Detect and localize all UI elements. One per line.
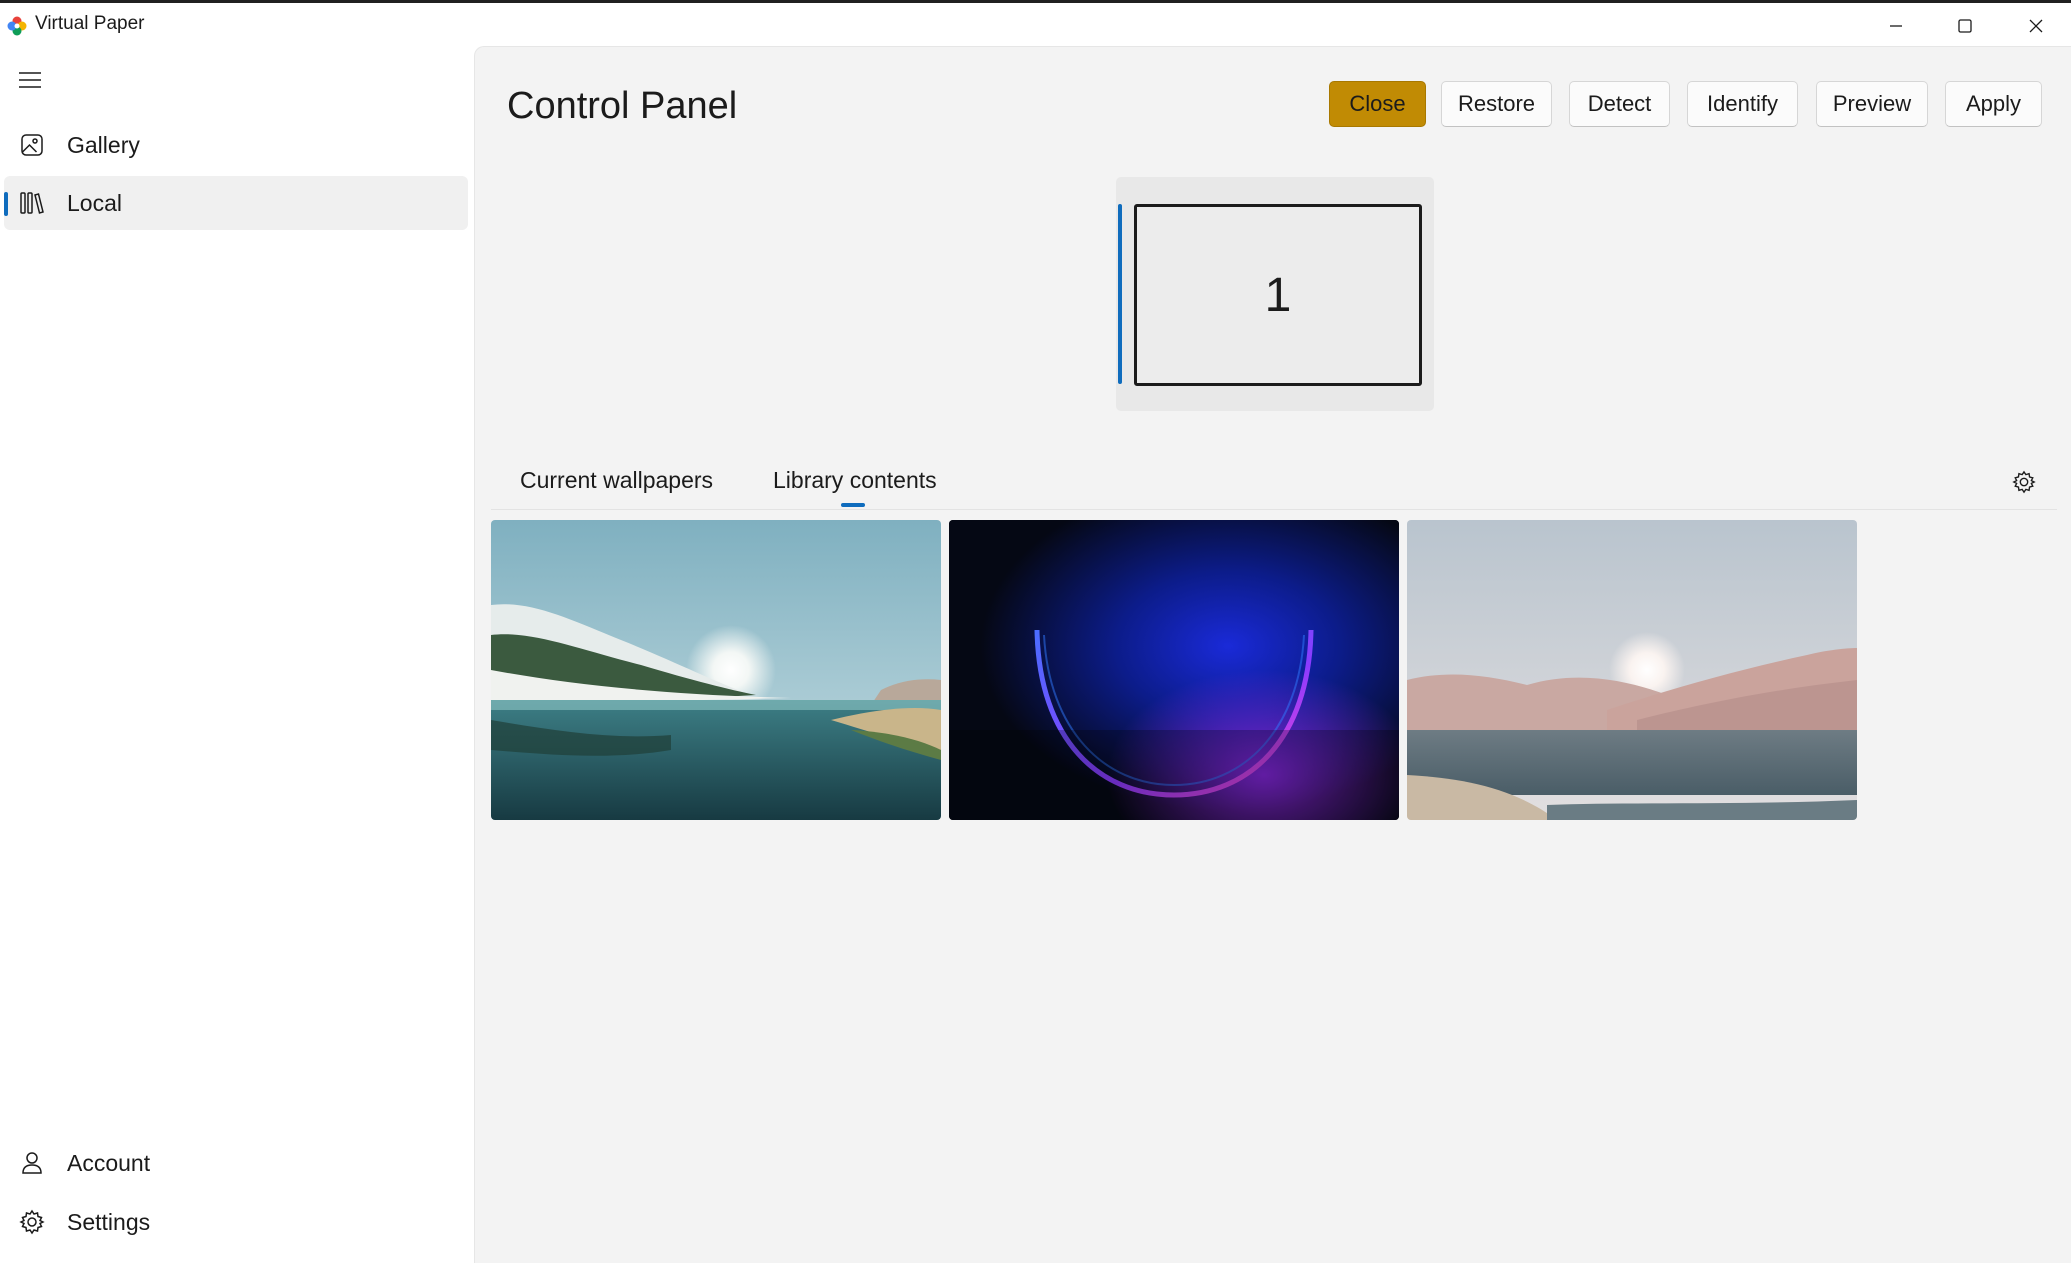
- nav-item-label: Gallery: [67, 132, 140, 158]
- nav-item-label: Local: [67, 190, 122, 216]
- identify-button[interactable]: Identify: [1687, 81, 1798, 127]
- minimize-button[interactable]: [1862, 6, 1930, 46]
- navigation-pane: Gallery Local Account Settings: [0, 46, 474, 1263]
- maximize-button[interactable]: [1931, 6, 1999, 46]
- maximize-icon: [1957, 18, 1973, 34]
- monitor-layout-panel: 1: [1116, 177, 1434, 411]
- nav-toggle-button[interactable]: [14, 66, 46, 98]
- nav-item-label: Account: [67, 1150, 151, 1176]
- detect-button[interactable]: Detect: [1569, 81, 1670, 127]
- title-bar[interactable]: Virtual Paper: [0, 3, 2071, 46]
- tab-current-wallpapers[interactable]: Current wallpapers: [520, 467, 713, 494]
- app-logo-icon: [6, 15, 28, 37]
- close-window-button[interactable]: [2002, 6, 2070, 46]
- close-icon: [2028, 18, 2044, 34]
- nav-item-gallery[interactable]: Gallery: [4, 118, 468, 172]
- nav-item-label: Settings: [67, 1209, 151, 1235]
- wallpaper-thumbnail-bloom[interactable]: [949, 520, 1399, 820]
- wallpaper-thumbnail-lake[interactable]: [491, 520, 941, 820]
- library-icon: [18, 189, 46, 217]
- monitor-1[interactable]: 1: [1134, 204, 1422, 386]
- restore-button[interactable]: Restore: [1441, 81, 1552, 127]
- nav-item-account[interactable]: Account: [4, 1136, 468, 1190]
- app-title: Virtual Paper: [35, 13, 145, 34]
- apply-button[interactable]: Apply: [1945, 81, 2042, 127]
- hamburger-icon: [18, 70, 42, 95]
- nav-item-settings[interactable]: Settings: [4, 1195, 468, 1249]
- monitor-selection-indicator: [1118, 204, 1122, 384]
- selection-indicator: [4, 192, 8, 216]
- person-icon: [18, 1149, 46, 1177]
- gear-icon: [18, 1208, 46, 1236]
- image-icon: [18, 131, 46, 159]
- tab-selection-indicator: [841, 503, 865, 507]
- gear-icon[interactable]: [2009, 467, 2039, 497]
- close-button[interactable]: Close: [1329, 81, 1426, 127]
- tab-library-contents[interactable]: Library contents: [773, 467, 937, 494]
- tab-bar: Current wallpapers Library contents: [491, 459, 2057, 510]
- nav-item-local[interactable]: Local: [4, 176, 468, 230]
- content-area: Control Panel Close Restore Detect Ident…: [474, 46, 2071, 1263]
- wallpaper-thumbnail-desert[interactable]: [1407, 520, 1857, 820]
- page-title: Control Panel: [507, 85, 738, 127]
- preview-button[interactable]: Preview: [1816, 81, 1928, 127]
- minimize-icon: [1888, 18, 1904, 34]
